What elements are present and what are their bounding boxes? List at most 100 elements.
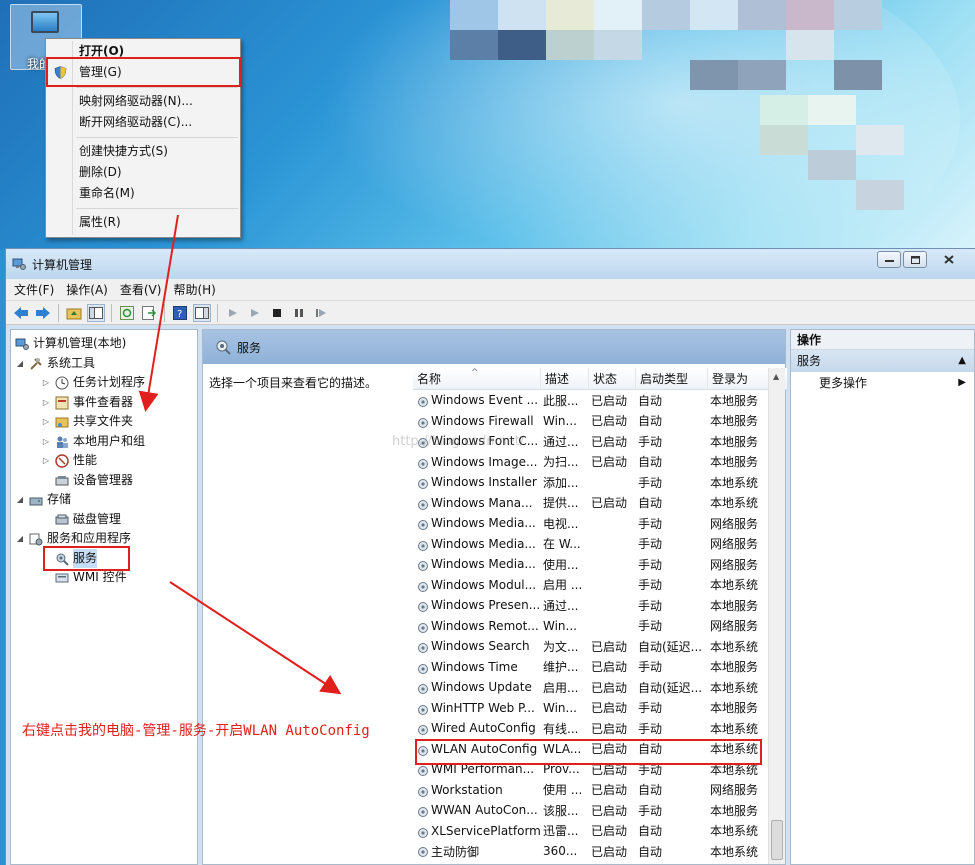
start-service-alt-button[interactable] — [246, 304, 264, 322]
menu-item-delete[interactable]: 删除(D) — [46, 162, 240, 183]
menu-item-properties[interactable]: 属性(R) — [46, 212, 240, 233]
service-name-label: Windows Firewall — [431, 413, 534, 428]
services-table-header: 名称 ^ 描述 状态 启动类型 登录为 — [413, 368, 787, 390]
service-row[interactable]: Windows Search 为文... 已启动 自动(延迟... 本地系统 — [413, 636, 787, 657]
menu-item-disconnect-drive[interactable]: 断开网络驱动器(C)... — [46, 112, 240, 133]
tree-item-device-manager[interactable]: 设备管理器 — [11, 471, 197, 491]
more-actions-item[interactable]: 更多操作 ▶ — [791, 372, 974, 394]
column-header-description[interactable]: 描述 — [541, 368, 589, 390]
service-row[interactable]: Windows Mana... 提供... 已启动 自动 本地系统 — [413, 493, 787, 514]
service-row[interactable]: Workstation 使用 ... 已启动 自动 网络服务 — [413, 780, 787, 801]
tree-item-label: 性能 — [73, 453, 98, 467]
pause-service-button[interactable] — [290, 304, 308, 322]
service-gear-icon — [418, 827, 428, 838]
show-tree-button[interactable] — [87, 303, 105, 322]
up-folder-button[interactable] — [65, 304, 83, 322]
actions-section-services[interactable]: 服务 ▲ — [791, 350, 974, 372]
actions-pane: 操作 服务 ▲ 更多操作 ▶ — [790, 329, 975, 865]
menu-help[interactable]: 帮助(H) — [173, 281, 215, 298]
minimize-button[interactable] — [877, 251, 901, 268]
stop-service-button[interactable] — [268, 304, 286, 322]
collapsed-triangle-icon[interactable]: ▷ — [41, 373, 51, 393]
menu-item-create-shortcut[interactable]: 创建快捷方式(S) — [46, 141, 240, 162]
service-name: Windows Mana... — [413, 496, 541, 510]
scroll-up-icon[interactable]: ▲ — [773, 372, 779, 381]
tree-item-event-viewer[interactable]: ▷ 事件查看器 — [11, 393, 197, 413]
tree-item-system-tools[interactable]: ◢ 系统工具 — [11, 354, 197, 374]
tree-item-shared-folders[interactable]: ▷ 共享文件夹 — [11, 412, 197, 432]
service-row[interactable]: Windows Media... 使用... 手动 网络服务 — [413, 554, 787, 575]
scrollbar-thumb[interactable] — [771, 820, 783, 860]
storage-icon — [29, 497, 43, 506]
expanded-triangle-icon[interactable]: ◢ — [15, 490, 25, 510]
restart-service-button[interactable] — [312, 304, 330, 322]
service-row[interactable]: Windows Media... 电视... 手动 网络服务 — [413, 513, 787, 534]
menu-item-map-drive[interactable]: 映射网络驱动器(N)... — [46, 91, 240, 112]
collapsed-triangle-icon[interactable]: ▷ — [41, 412, 51, 432]
collapse-triangle-icon[interactable]: ▲ — [958, 350, 966, 372]
service-name-label: Wired AutoConfig — [431, 721, 536, 736]
play-icon — [229, 308, 237, 317]
help-button[interactable]: ? — [171, 304, 189, 322]
tree-item-storage[interactable]: ◢ 存储 — [11, 490, 197, 510]
expanded-triangle-icon[interactable]: ◢ — [15, 529, 25, 549]
service-status: 已启动 — [591, 660, 628, 675]
service-row[interactable]: Windows Presen... 通过... 手动 本地服务 — [413, 595, 787, 616]
close-button[interactable] — [929, 251, 969, 268]
service-row[interactable]: Windows Installer 添加... 手动 本地系统 — [413, 472, 787, 493]
menu-view[interactable]: 查看(V) — [120, 281, 162, 298]
maximize-button[interactable] — [903, 251, 927, 268]
tree-item-root[interactable]: 计算机管理(本地) — [11, 334, 197, 354]
service-row[interactable]: Windows Modul... 启用 ... 手动 本地系统 — [413, 575, 787, 596]
service-row[interactable]: WWAN AutoCon... 该服... 已启动 手动 本地服务 — [413, 800, 787, 821]
service-name: Windows Image... — [413, 455, 541, 469]
service-startup-type: 自动 — [638, 414, 663, 429]
service-name-label: 主动防御 — [431, 844, 480, 859]
show-action-pane-button[interactable] — [193, 303, 211, 322]
service-row[interactable]: Windows Remot... Win... 手动 网络服务 — [413, 616, 787, 637]
collapsed-triangle-icon[interactable]: ▷ — [41, 451, 51, 471]
mosaic-block — [450, 0, 498, 30]
service-row[interactable]: Windows Image... 为扫... 已启动 自动 本地服务 — [413, 452, 787, 473]
export-list-button[interactable] — [140, 304, 158, 322]
tree-item-performance[interactable]: ▷ 性能 — [11, 451, 197, 471]
service-row[interactable]: Windows Media... 在 W... 手动 网络服务 — [413, 534, 787, 555]
forward-button[interactable] — [34, 304, 52, 322]
service-description-cell: 启用 ... — [543, 578, 583, 593]
start-service-button[interactable] — [224, 304, 242, 322]
column-header-status[interactable]: 状态 — [589, 368, 636, 390]
vertical-scrollbar[interactable]: ▲ — [768, 368, 785, 864]
window-titlebar[interactable]: 计算机管理 — [6, 249, 975, 279]
service-row[interactable]: Wired AutoConfig 有线... 已启动 手动 本地系统 — [413, 718, 787, 739]
service-row[interactable]: Windows Time 维护... 已启动 手动 本地服务 — [413, 657, 787, 678]
menu-action[interactable]: 操作(A) — [66, 281, 108, 298]
service-row[interactable]: Windows Update 启用... 已启动 自动(延迟... 本地系统 — [413, 677, 787, 698]
column-header-name[interactable]: 名称 ^ — [413, 368, 541, 390]
close-icon — [944, 255, 954, 264]
service-row[interactable]: Windows Firewall Win... 已启动 自动 本地服务 — [413, 411, 787, 432]
menu-file[interactable]: 文件(F) — [14, 281, 54, 298]
tree-item-disk-management[interactable]: 磁盘管理 — [11, 510, 197, 530]
service-row[interactable]: Windows Event ... 此服... 已启动 自动 本地服务 — [413, 390, 787, 411]
collapsed-triangle-icon[interactable]: ▷ — [41, 432, 51, 452]
service-name: Windows Presen... — [413, 598, 541, 613]
service-gear-icon — [418, 643, 428, 654]
service-row[interactable]: WinHTTP Web P... Win... 已启动 手动 本地服务 — [413, 698, 787, 719]
sort-ascending-icon: ^ — [471, 368, 479, 378]
column-header-startup-type[interactable]: 启动类型 — [636, 368, 708, 390]
collapsed-triangle-icon[interactable]: ▷ — [41, 393, 51, 413]
back-button[interactable] — [12, 304, 30, 322]
console-tree: 计算机管理(本地) ◢ 系统工具 ▷ 任务计划程序 ▷ 事件查看器 ▷ 共享文件… — [10, 329, 198, 865]
column-header-logon-as[interactable]: 登录为 — [708, 368, 770, 390]
service-logon-as: 本地系统 — [710, 844, 759, 859]
refresh-button[interactable] — [118, 304, 136, 322]
actions-header: 操作 — [791, 330, 974, 350]
menu-item-rename[interactable]: 重命名(M) — [46, 183, 240, 204]
more-actions-label: 更多操作 — [819, 376, 868, 390]
service-row[interactable]: 主动防御 360... 已启动 自动 本地系统 — [413, 841, 787, 862]
expanded-triangle-icon[interactable]: ◢ — [15, 354, 25, 374]
service-name-label: Windows Mana... — [431, 495, 533, 510]
service-row[interactable]: XLServicePlatform 迅雷... 已启动 自动 本地系统 — [413, 821, 787, 842]
tree-item-task-scheduler[interactable]: ▷ 任务计划程序 — [11, 373, 197, 393]
tree-item-local-users[interactable]: ▷ 本地用户和组 — [11, 432, 197, 452]
